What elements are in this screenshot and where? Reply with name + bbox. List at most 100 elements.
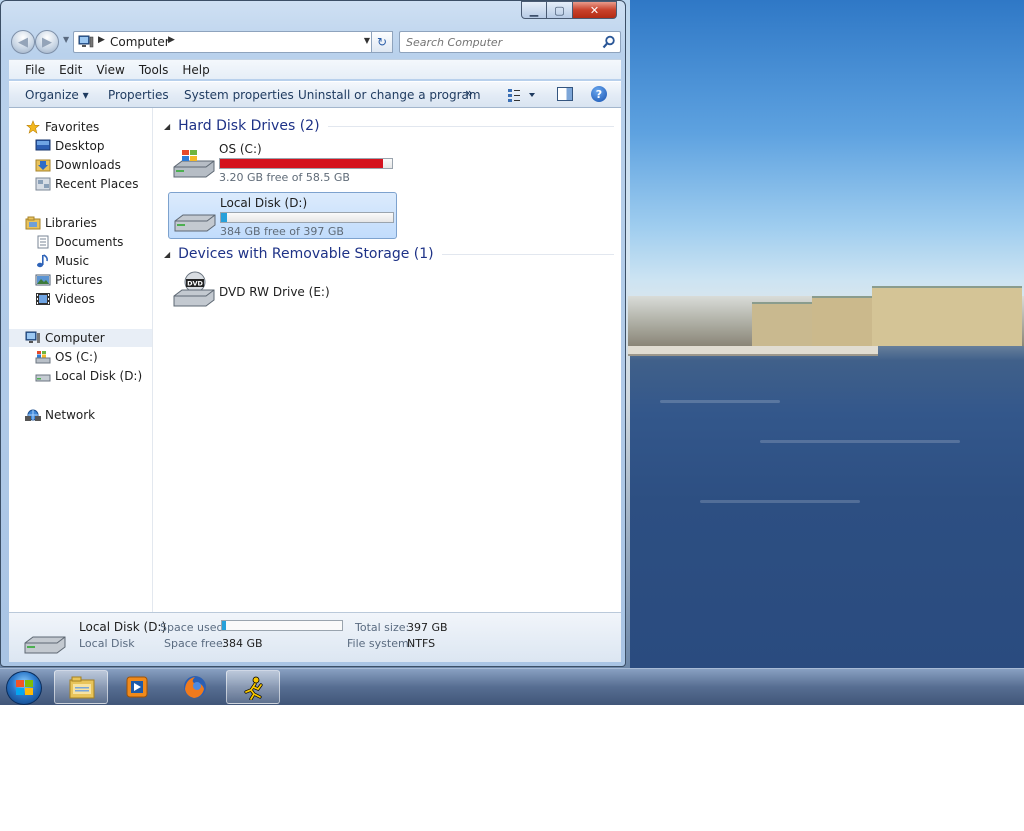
menu-help[interactable]: Help [182,63,209,77]
uninstall-program-button[interactable]: Uninstall or change a program [298,88,481,102]
nav-desktop-label: Desktop [55,139,105,153]
group-header-hard-disk-drives[interactable]: ◢ Hard Disk Drives (2) [164,118,614,134]
drive-tile-dvd-e[interactable]: DVD DVD RW Drive (E:) [168,266,397,313]
nav-local-disk-d-label: Local Disk (D:) [55,369,143,383]
dvd-badge-text: DVD [187,280,203,288]
forward-button[interactable]: ▶ [35,30,59,54]
star-icon [26,120,40,134]
search-icon[interactable] [602,35,616,49]
taskbar-aim[interactable] [226,670,280,704]
details-space-free-value: 384 GB [222,637,263,650]
organize-button[interactable]: Organize ▾ [25,88,89,102]
minimize-button[interactable]: ▁ [521,1,547,19]
nav-favorites[interactable]: Favorites [25,118,99,136]
nav-recent-places[interactable]: Recent Places [35,175,138,193]
details-space-used-fill [222,621,226,630]
address-dropdown-icon[interactable]: ▼ [364,36,370,45]
nav-documents-label: Documents [55,235,124,249]
breadcrumb-computer[interactable]: Computer [110,35,170,49]
details-space-free-label: Space free: [164,637,227,650]
menu-edit[interactable]: Edit [59,63,82,77]
group-header-removable-storage[interactable]: ◢ Devices with Removable Storage (1) [164,246,614,262]
drive-name: Local Disk (D:) [220,196,308,210]
breadcrumb-separator-icon[interactable]: ▶ [168,35,175,45]
nav-videos-label: Videos [55,292,95,306]
change-view-icon[interactable] [507,87,537,103]
nav-computer-label: Computer [45,331,105,345]
nav-favorites-label: Favorites [45,120,100,134]
windows-drive-icon [35,351,51,364]
search-input[interactable] [400,32,596,52]
command-bar: Organize ▾ Properties System properties … [9,81,621,108]
menu-tools[interactable]: Tools [139,63,169,77]
address-bar[interactable]: ▶ Computer ▶ ▼ [73,31,375,53]
libraries-icon [25,216,41,230]
nav-videos[interactable]: Videos [35,290,95,308]
nav-pictures[interactable]: Pictures [35,271,103,289]
wallpaper-bridge [628,346,878,356]
taskbar-windows-explorer[interactable] [54,670,108,704]
network-icon [25,409,41,421]
start-button[interactable] [6,671,42,705]
nav-downloads[interactable]: Downloads [35,156,121,174]
drive-usage-fill [221,213,227,222]
details-total-size-value: 397 GB [407,621,448,634]
drive-free-space: 384 GB free of 397 GB [220,225,344,238]
group-divider [441,253,614,255]
computer-icon [25,331,40,343]
collapse-triangle-icon[interactable]: ◢ [164,250,170,259]
more-commands-button[interactable]: » [465,86,473,100]
taskbar-windows-media-player[interactable] [110,670,164,704]
refresh-button[interactable]: ↻ [371,31,393,53]
maximize-button[interactable]: ▢ [547,1,573,19]
collapse-triangle-icon[interactable]: ◢ [164,122,170,131]
details-file-system-label: File system: [347,637,413,650]
explorer-body: Favorites Desktop Downloads Recent Place… [9,108,621,612]
preview-pane-icon[interactable] [557,87,573,101]
menu-view[interactable]: View [96,63,124,77]
taskbar [0,668,1024,705]
content-pane: ◢ Hard Disk Drives (2) OS (C:) 3.20 GB f… [154,108,621,612]
nav-libraries[interactable]: Libraries [25,214,97,232]
nav-computer[interactable]: Computer [9,329,152,347]
wallpaper-river-shine [760,440,960,443]
drive-usage-fill [220,159,383,168]
nav-local-disk-d[interactable]: Local Disk (D:) [35,367,142,385]
desktop-icon [35,139,51,151]
system-properties-button[interactable]: System properties [184,88,294,102]
properties-button[interactable]: Properties [108,88,169,102]
drive-usage-bar [220,212,394,223]
downloads-icon [35,159,51,172]
nav-documents[interactable]: Documents [35,233,123,251]
nav-network-label: Network [45,408,96,422]
recent-places-icon [35,177,51,191]
drive-usage-bar [219,158,393,169]
nav-music[interactable]: Music [35,252,89,270]
music-icon [37,254,48,268]
nav-os-c[interactable]: OS (C:) [35,348,98,366]
navigation-bar: ◀ ▶ ▼ ▶ Computer ▶ ▼ ↻ [9,29,621,55]
caption-buttons: ▁ ▢ ✕ [521,1,617,19]
breadcrumb-separator-icon[interactable]: ▶ [98,35,105,45]
drive-free-space: 3.20 GB free of 58.5 GB [219,171,350,184]
wallpaper-river-shine [660,400,780,403]
close-button[interactable]: ✕ [573,1,617,19]
search-box[interactable] [399,31,621,53]
taskbar-firefox[interactable] [168,670,222,704]
wallpaper-building [752,302,812,346]
details-total-size-label: Total size: [355,621,410,634]
details-pane: Local Disk (D:) Local Disk Space used: S… [9,612,621,662]
aim-running-man-icon [244,676,263,700]
pictures-icon [35,274,51,286]
documents-icon [37,235,49,249]
menu-file[interactable]: File [25,63,45,77]
recent-pages-dropdown-icon[interactable]: ▼ [63,35,69,44]
drive-tile-local-disk-d[interactable]: Local Disk (D:) 384 GB free of 397 GB [168,192,397,239]
nav-music-label: Music [55,254,90,268]
back-button[interactable]: ◀ [11,30,35,54]
nav-network[interactable]: Network [25,406,95,424]
nav-desktop[interactable]: Desktop [35,137,105,155]
help-button[interactable]: ? [591,86,607,102]
drive-tile-os-c[interactable]: OS (C:) 3.20 GB free of 58.5 GB [168,139,397,186]
wallpaper-river-shine [700,500,860,503]
